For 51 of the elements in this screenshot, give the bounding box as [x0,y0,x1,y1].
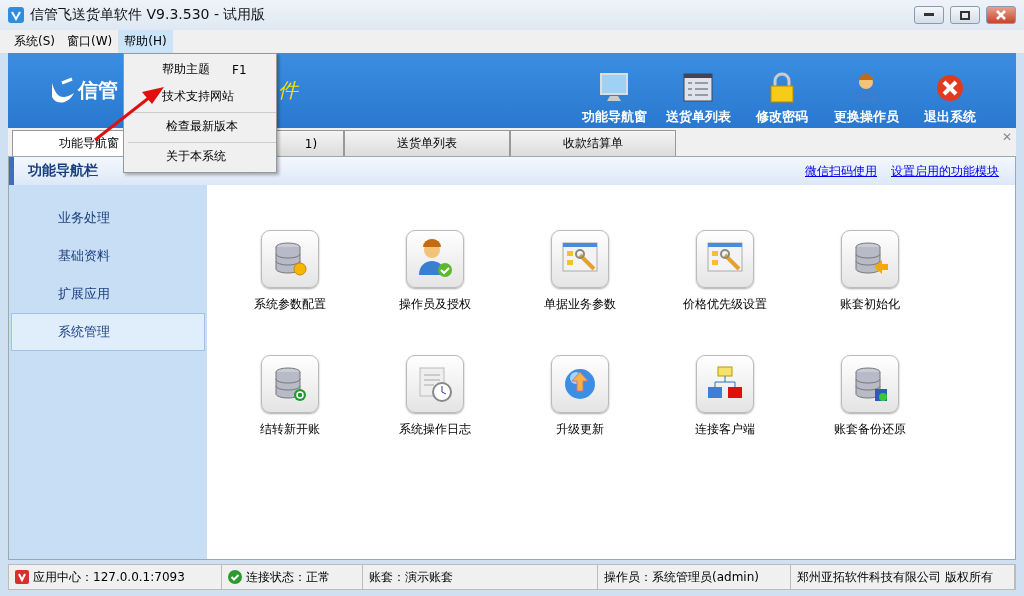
menu-item[interactable]: 窗口(W) [61,30,119,53]
sidebar-item[interactable]: 基础资料 [11,237,205,275]
toolbar-button[interactable]: 功能导航窗 [574,72,654,126]
function-button[interactable]: 价格优先级设置 [652,230,797,355]
minimize-button[interactable] [914,6,944,24]
close-icon [934,72,966,104]
toolbar-button[interactable]: 退出系统 [910,72,990,126]
menu-entry[interactable]: 帮助主题 F1 [124,56,276,83]
app-logo-icon [15,570,29,584]
function-button[interactable]: 升级更新 [507,355,652,480]
list-icon [682,72,714,104]
menu-item[interactable]: 帮助(H) [118,30,173,53]
maximize-icon [960,10,970,20]
menu-entry[interactable]: 技术支持网站 [124,83,276,110]
close-icon [996,10,1006,20]
toolbar-button[interactable]: 更换操作员 [826,72,906,126]
maximize-button[interactable] [950,6,980,24]
menu-item[interactable]: 系统(S) [8,30,61,53]
banner-title: 件 [278,77,298,104]
function-button[interactable]: 账套初始化 [797,230,942,355]
menu-entry[interactable]: 检查最新版本 [128,112,276,140]
status-text: 操作员：系统管理员(admin) [604,568,759,586]
tab[interactable]: 送货单列表 [344,130,510,156]
banner-title: 信管 [78,77,118,104]
link[interactable]: 微信扫码使用 [805,162,877,180]
sidebar-item[interactable]: 系统管理 [11,313,205,351]
minimize-icon [924,13,934,17]
function-button[interactable]: 连接客户端 [652,355,797,480]
function-button[interactable]: 操作员及授权 [362,230,507,355]
menu-entry[interactable]: 关于本系统 [128,142,276,170]
toolbar-button[interactable]: 送货单列表 [658,72,738,126]
panel-title: 功能导航栏 [28,162,99,180]
monitor-icon [598,72,630,104]
check-circle-icon [228,570,242,584]
status-text: 连接状态：正常 [246,568,330,586]
toolbar-button[interactable]: 修改密码 [742,72,822,126]
status-text: 郑州亚拓软件科技有限公司 版权所有 [797,568,993,586]
sidebar-item[interactable]: 扩展应用 [11,275,205,313]
window-title: 信管飞送货单软件 V9.3.530 - 试用版 [30,6,267,24]
function-button[interactable]: 系统操作日志 [362,355,507,480]
tab[interactable]: 收款结算单 [510,130,676,156]
function-button[interactable]: 账套备份还原 [797,355,942,480]
function-button[interactable]: 结转新开账 [217,355,362,480]
status-text: 账套：演示账套 [369,568,453,586]
function-button[interactable]: 系统参数配置 [217,230,362,355]
link[interactable]: 设置启用的功能模块 [891,162,999,180]
close-button[interactable] [986,6,1016,24]
function-button[interactable]: 单据业务参数 [507,230,652,355]
sidebar-item[interactable]: 业务处理 [11,199,205,237]
app-logo-icon [8,7,24,23]
status-text: 应用中心：127.0.0.1:7093 [33,568,185,586]
